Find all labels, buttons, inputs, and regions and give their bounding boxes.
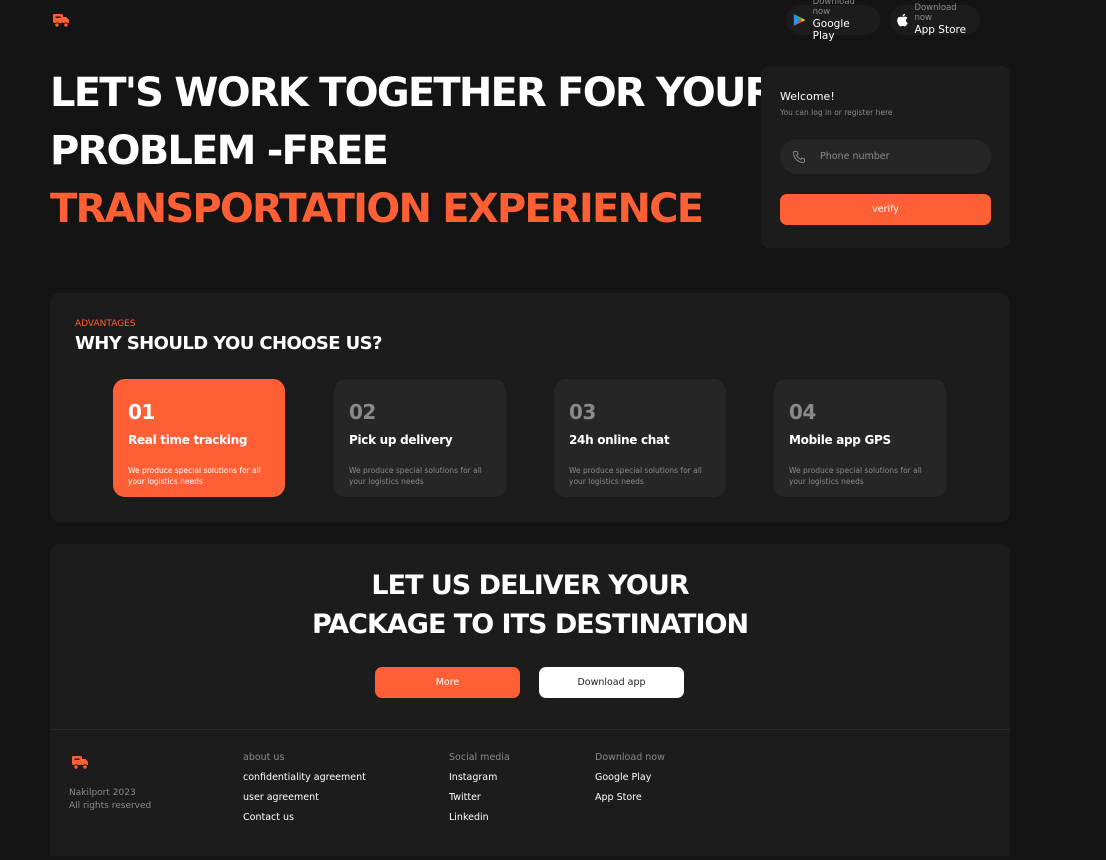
advantage-card[interactable]: 01 Real time tracking We produce special… xyxy=(113,379,285,497)
hero-line-3: TRANSPORTATION EXPERIENCE xyxy=(50,186,704,232)
footer-column-heading: Download now xyxy=(595,752,665,763)
footer-rights: All rights reserved xyxy=(69,801,152,811)
apple-icon xyxy=(897,13,908,27)
footer-column-heading: about us xyxy=(243,752,285,763)
google-play-badge[interactable]: Download now Google Play xyxy=(786,0,880,42)
footer-link[interactable]: Google Play xyxy=(595,772,665,783)
footer-link[interactable]: user agreement xyxy=(243,792,366,803)
hero-line-1: LET'S WORK TOGETHER FOR YOUR xyxy=(50,70,775,116)
advantage-card[interactable]: 02 Pick up delivery We produce special s… xyxy=(334,379,506,497)
advantages-eyebrow: ADVANTAGES xyxy=(75,319,136,329)
login-card: Welcome! You can log in or register here… xyxy=(761,66,1010,248)
cta-heading: LET US DELIVER YOUR PACKAGE TO ITS DESTI… xyxy=(50,566,1010,644)
footer-link[interactable]: Instagram xyxy=(449,772,510,783)
advantages-section: ADVANTAGES WHY SHOULD YOU CHOOSE US? 01 … xyxy=(50,293,1010,522)
footer-column-download: Download now Google Play App Store xyxy=(595,752,665,812)
advantage-description: We produce special solutions for all you… xyxy=(128,466,261,486)
footer-divider xyxy=(50,729,1010,730)
advantage-title: Mobile app GPS xyxy=(789,433,891,447)
advantage-number: 02 xyxy=(349,400,376,424)
app-store-badge[interactable]: Download now App Store xyxy=(890,3,980,36)
google-play-label: Google Play xyxy=(812,17,850,42)
welcome-title: Welcome! xyxy=(780,90,835,103)
footer-column-about: about us confidentiality agreement user … xyxy=(243,752,366,832)
footer-link[interactable]: Linkedin xyxy=(449,812,510,823)
download-app-button[interactable]: Download app xyxy=(539,667,684,698)
phone-field[interactable] xyxy=(780,139,991,174)
cta-line-2: PACKAGE TO ITS DESTINATION xyxy=(311,609,749,640)
cta-section: LET US DELIVER YOUR PACKAGE TO ITS DESTI… xyxy=(50,544,1010,856)
advantage-description: We produce special solutions for all you… xyxy=(349,466,482,486)
advantage-card[interactable]: 04 Mobile app GPS We produce special sol… xyxy=(774,379,946,497)
advantages-title: WHY SHOULD YOU CHOOSE US? xyxy=(75,333,382,354)
advantage-number: 01 xyxy=(128,400,155,424)
footer-company: Nakilport 2023 xyxy=(69,788,136,798)
welcome-subtitle: You can log in or register here xyxy=(780,108,893,117)
cta-line-1: LET US DELIVER YOUR xyxy=(371,570,689,601)
footer-link[interactable]: Contact us xyxy=(243,812,366,823)
footer-column-heading: Social media xyxy=(449,752,510,763)
hero-heading: LET'S WORK TOGETHER FOR YOUR PROBLEM -FR… xyxy=(50,64,775,238)
google-play-small-label: Download now xyxy=(812,0,855,17)
app-store-small-label: Download now xyxy=(914,3,957,23)
hero-line-2: PROBLEM -FREE xyxy=(50,128,389,174)
advantage-description: We produce special solutions for all you… xyxy=(569,466,702,486)
advantage-title: Pick up delivery xyxy=(349,433,453,447)
footer-column-social: Social media Instagram Twitter Linkedin xyxy=(449,752,510,832)
advantage-title: Real time tracking xyxy=(128,433,248,447)
app-store-label: App Store xyxy=(914,23,967,36)
phone-input[interactable] xyxy=(818,150,972,163)
verify-button[interactable]: verify xyxy=(780,194,991,225)
advantage-title: 24h online chat xyxy=(569,433,670,447)
more-button[interactable]: More xyxy=(375,667,520,698)
advantage-description: We produce special solutions for all you… xyxy=(789,466,922,486)
google-play-icon xyxy=(793,14,806,26)
footer-link[interactable]: App Store xyxy=(595,792,665,803)
footer-link[interactable]: Twitter xyxy=(449,792,510,803)
advantage-card[interactable]: 03 24h online chat We produce special so… xyxy=(554,379,726,497)
footer-copyright: Nakilport 2023 All rights reserved xyxy=(69,787,151,813)
phone-icon xyxy=(792,150,805,163)
truck-logo-icon[interactable] xyxy=(52,11,70,29)
advantage-number: 04 xyxy=(789,400,816,424)
advantage-number: 03 xyxy=(569,400,596,424)
footer-link[interactable]: confidentiality agreement xyxy=(243,772,366,783)
truck-logo-icon[interactable] xyxy=(71,753,89,771)
